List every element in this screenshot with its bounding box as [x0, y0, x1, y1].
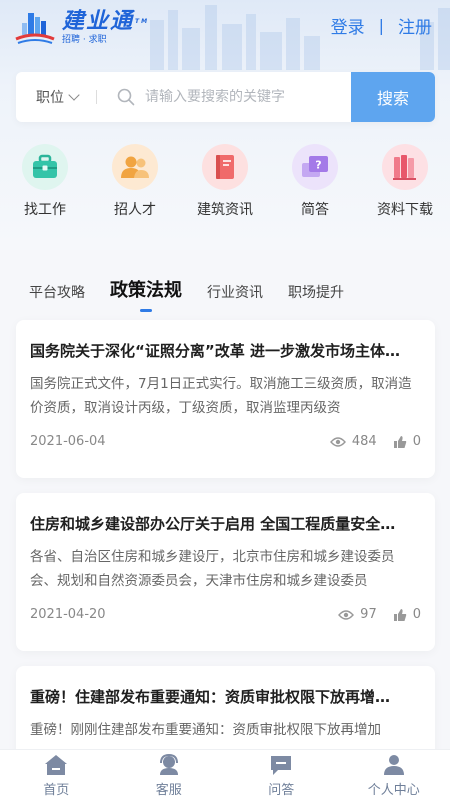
tab-policy[interactable]: 政策法规 [110, 276, 182, 312]
qa-icon [268, 753, 294, 777]
bottom-nav-label: 问答 [268, 782, 295, 798]
quick-nav-news[interactable]: 建筑资讯 [180, 144, 270, 219]
bottom-nav-profile[interactable]: 个人中心 [338, 750, 450, 800]
register-link[interactable]: 注册 [398, 13, 432, 38]
quick-nav-label: 找工作 [24, 202, 66, 218]
article-title: 住房和城乡建设部办公厅关于启用 全国工程质量安全… [30, 515, 396, 533]
quick-nav: 找工作 招人才 建筑资讯 ? 简答 资料下载 [0, 144, 450, 219]
quick-icon-wrap [202, 144, 248, 190]
bottom-nav-label: 个人中心 [367, 782, 420, 798]
search-input[interactable] [145, 89, 351, 105]
search-category-label: 职位 [36, 90, 64, 106]
view-count-value: 97 [360, 607, 377, 622]
like-count-value: 0 [412, 607, 421, 622]
search-button[interactable]: 搜索 [351, 72, 435, 122]
article-title: 重磅！住建部发布重要通知：资质审批权限下放再增… [30, 688, 391, 706]
quick-nav-label: 资料下载 [377, 202, 433, 218]
bottom-nav-service[interactable]: 客服 [113, 750, 226, 800]
book-icon [216, 155, 234, 179]
svg-text:?: ? [315, 159, 321, 172]
view-count: 97 [338, 607, 377, 622]
article-meta: 2021-06-04 484 0 [30, 434, 421, 449]
article-date: 2021-06-04 [30, 434, 106, 449]
app-logo: 建业通TM 招聘 · 求职 [14, 8, 149, 48]
quick-nav-recruit[interactable]: 招人才 [90, 144, 180, 219]
quick-nav-find-job[interactable]: 找工作 [0, 144, 90, 219]
logo-building-icon [15, 13, 55, 44]
bottom-nav-home[interactable]: 首页 [0, 750, 113, 800]
search-icon [117, 88, 135, 106]
article-summary: 国务院正式文件，7月1日正式实行。取消施工三级资质，取消造价资质，取消设计丙级，… [30, 376, 412, 416]
quick-icon-wrap [382, 144, 428, 190]
article-summary: 各省、自治区住房和城乡建设厅，北京市住房和城乡建设委员会、规划和自然资源委员会，… [30, 549, 395, 589]
briefcase-icon [33, 154, 57, 178]
like-count-value: 0 [412, 434, 421, 449]
article-meta: 2021-04-20 97 0 [30, 607, 421, 622]
content-area: 平台攻略 政策法规 行业资讯 职场提升 国务院关于深化“证照分离”改革 进一步激… [0, 250, 450, 786]
eye-icon [329, 436, 346, 447]
home-icon [43, 753, 69, 777]
auth-separator: | [378, 16, 384, 35]
search-bar: 职位 搜索 [16, 72, 435, 122]
logo-title: 建业通TM [62, 9, 150, 34]
view-count: 484 [329, 434, 377, 449]
thumbs-up-icon [393, 435, 406, 448]
category-tabs: 平台攻略 政策法规 行业资讯 职场提升 [0, 270, 450, 312]
people-icon [121, 156, 149, 178]
quick-icon-wrap [22, 144, 68, 190]
auth-links: 登录 | 注册 [331, 13, 432, 38]
user-icon [381, 753, 407, 777]
quick-nav-qa[interactable]: ? 简答 [270, 144, 360, 219]
like-count[interactable]: 0 [393, 434, 421, 449]
article-card[interactable]: 国务院关于深化“证照分离”改革 进一步激发市场主体… 国务院正式文件，7月1日正… [16, 320, 435, 478]
bottom-nav-qa[interactable]: 问答 [225, 750, 338, 800]
tab-platform-guide[interactable]: 平台攻略 [29, 282, 85, 310]
eye-icon [338, 609, 355, 620]
customer-service-icon [156, 753, 182, 777]
article-title: 国务院关于深化“证照分离”改革 进一步激发市场主体… [30, 342, 400, 360]
article-date: 2021-04-20 [30, 607, 106, 622]
quick-nav-label: 简答 [301, 202, 329, 218]
bottom-nav-label: 客服 [155, 782, 182, 798]
bottom-nav: 首页 客服 问答 个人中心 [0, 749, 450, 800]
question-chat-icon: ? [302, 156, 328, 177]
view-count-value: 484 [351, 434, 377, 449]
search-category-select[interactable]: 职位 [16, 87, 96, 107]
quick-icon-wrap [112, 144, 158, 190]
login-link[interactable]: 登录 [331, 13, 365, 38]
quick-nav-label: 建筑资讯 [197, 202, 253, 218]
thumbs-up-icon [393, 608, 406, 621]
quick-nav-download[interactable]: 资料下载 [360, 144, 450, 219]
tab-industry-news[interactable]: 行业资讯 [207, 282, 263, 310]
logo-subtitle: 招聘 · 求职 [62, 35, 107, 45]
chevron-down-icon [68, 89, 80, 101]
quick-icon-wrap: ? [292, 144, 338, 190]
tab-career[interactable]: 职场提升 [288, 282, 344, 310]
books-icon [393, 155, 416, 180]
bottom-nav-label: 首页 [43, 782, 70, 798]
article-card[interactable]: 住房和城乡建设部办公厅关于启用 全国工程质量安全… 各省、自治区住房和城乡建设厅… [16, 493, 435, 651]
like-count[interactable]: 0 [393, 607, 421, 622]
search-divider [96, 90, 97, 104]
quick-nav-label: 招人才 [114, 202, 156, 218]
